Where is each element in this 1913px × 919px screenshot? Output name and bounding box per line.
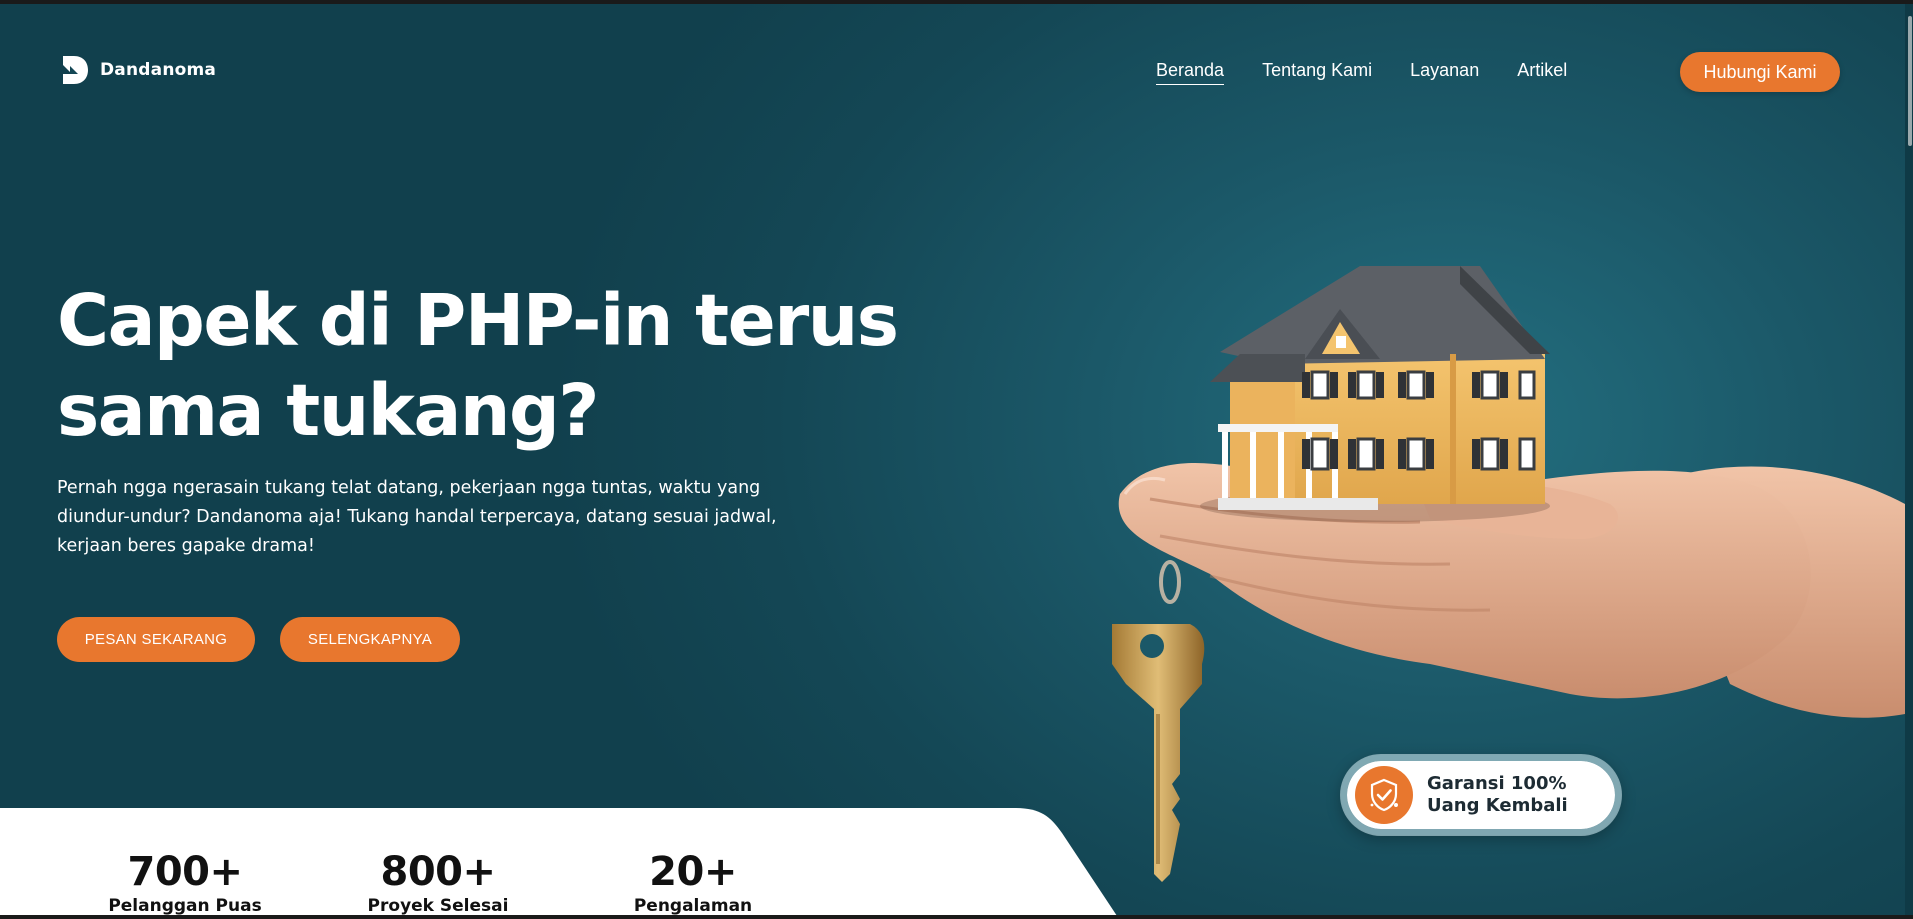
nav-link-artikel[interactable]: Artikel [1517, 60, 1567, 85]
hero-title-line-2: sama tukang? [57, 369, 599, 452]
hero-description: Pernah ngga ngerasain tukang telat datan… [57, 478, 777, 556]
stats-panel: 700+ Pelanggan Puas 800+ Proyek Selesai … [0, 808, 1130, 915]
stat-value: 800+ [380, 849, 496, 895]
stat-label: Pelanggan Puas [108, 896, 262, 915]
stat-label: Proyek Selesai [367, 896, 509, 915]
hero-section: Dandanoma Beranda Tentang Kami Layanan A… [0, 4, 1905, 915]
page-scrollbar[interactable] [1905, 4, 1913, 915]
brand-name: Dandanoma [100, 60, 217, 80]
guarantee-line-1: Garansi 100% [1427, 773, 1567, 794]
stat-customers: 700+ Pelanggan Puas [75, 848, 295, 915]
guarantee-badge: Garansi 100% Uang Kembali [1340, 754, 1622, 836]
contact-button[interactable]: Hubungi Kami [1680, 52, 1840, 92]
nav-link-beranda[interactable]: Beranda [1156, 60, 1225, 85]
learn-more-button[interactable]: SELENGKAPNYA [280, 617, 460, 662]
stat-value: 700+ [127, 849, 243, 895]
stat-label: Pengalaman [633, 896, 753, 915]
order-now-button[interactable]: PESAN SEKARANG [57, 617, 255, 662]
top-navigation: Dandanoma Beranda Tentang Kami Layanan A… [0, 4, 1905, 134]
guarantee-line-2: Uang Kembali [1427, 795, 1568, 816]
nav-link-layanan[interactable]: Layanan [1410, 60, 1479, 85]
hero-title-line-1: Capek di PHP-in terus [57, 279, 899, 362]
hero-title: Capek di PHP-in terus sama tukang? [57, 276, 917, 456]
stat-projects: 800+ Proyek Selesai [328, 848, 548, 915]
scrollbar-thumb[interactable] [1908, 16, 1912, 146]
nav-links: Beranda Tentang Kami Layanan Artikel [1156, 60, 1567, 85]
shield-check-icon [1355, 766, 1413, 824]
stat-value: 20+ [649, 849, 737, 895]
hero-cta-group: PESAN SEKARANG SELENGKAPNYA [57, 617, 460, 662]
nav-link-tentang-kami[interactable]: Tentang Kami [1262, 60, 1372, 85]
guarantee-text: Garansi 100% Uang Kembali [1427, 773, 1568, 817]
stat-experience: 20+ Pengalaman [583, 848, 803, 915]
brand-logo[interactable]: Dandanoma [60, 54, 216, 86]
dandanoma-logo-icon [63, 56, 88, 84]
